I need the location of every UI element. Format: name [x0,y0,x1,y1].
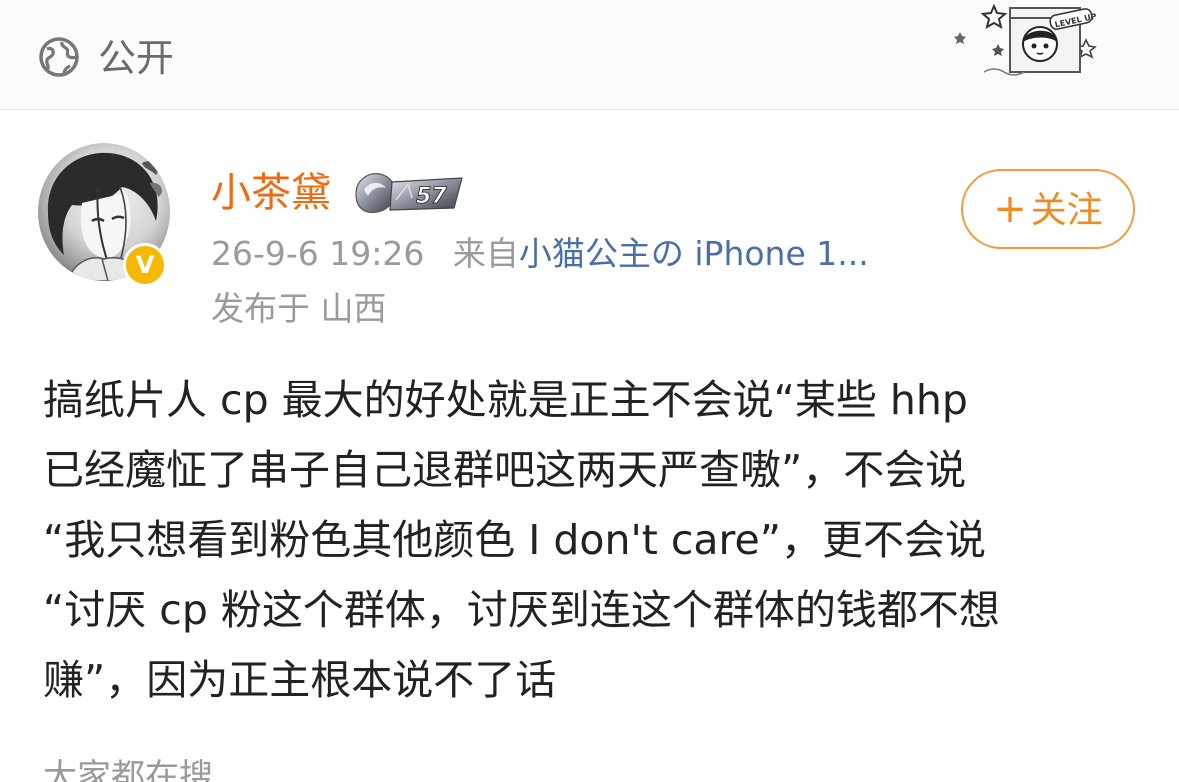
level-up-sticker: LEVEL UP [950,0,1100,80]
post-text: 搞纸片人 cp 最大的好处就是正主不会说“某些 hhp 已经魔怔了串子自己退群吧… [43,365,1143,715]
post-location: 发布于 山西 [211,289,387,328]
globe-icon [38,36,80,78]
post-text-line: “我只想看到粉色其他颜色 I don't care”，更不会说 [43,516,986,564]
weibo-post-screen: 公开 LEVEL UP V 小茶黛 57 26-9-6 19:26 来自小猫公主… [0,0,1179,782]
follow-label: 关注 [1030,190,1103,231]
visibility-bar: 公开 LEVEL UP [0,0,1179,110]
verified-badge-icon: V [123,243,167,287]
medal-level: 57 [416,184,447,209]
fan-medal-icon[interactable]: 57 [350,170,470,216]
plus-icon: + [993,186,1027,232]
post-text-line: “讨厌 cp 粉这个群体，讨厌到连这个群体的钱都不想 [43,586,1000,634]
trending-search-label: 大家都在搜 [43,757,213,782]
visibility-label: 公开 [98,36,175,80]
author-name[interactable]: 小茶黛 [211,168,331,218]
source-device-link[interactable]: 小猫公主の iPhone 1... [519,234,869,273]
post-meta: 26-9-6 19:26 来自小猫公主の iPhone 1... [211,233,869,275]
follow-button[interactable]: + 关注 [961,169,1135,249]
post-text-line: 搞纸片人 cp 最大的好处就是正主不会说“某些 hhp [43,376,968,424]
post-text-line: 赚”，因为正主根本说不了话 [43,656,557,704]
post-timestamp: 26-9-6 19:26 [211,234,425,273]
source-label: 来自 [452,234,519,273]
post-text-line: 已经魔怔了串子自己退群吧这两天严查嗷”，不会说 [43,446,967,494]
